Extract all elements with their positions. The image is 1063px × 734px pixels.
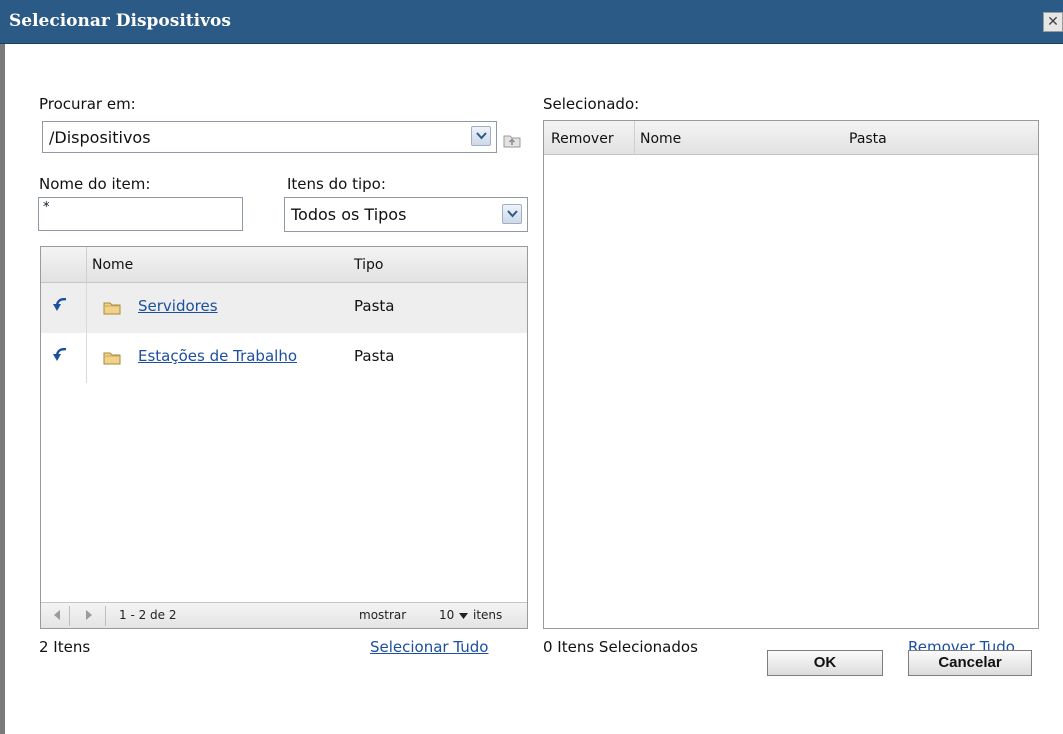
column-header-folder[interactable]: Pasta xyxy=(849,131,887,147)
column-header-name[interactable]: Nome xyxy=(92,257,133,273)
item-type-label: Itens do tipo: xyxy=(287,175,386,193)
drill-down-arrow-icon[interactable] xyxy=(53,298,67,312)
column-header-name[interactable]: Nome xyxy=(640,131,681,147)
list-item-name-link[interactable]: Servidores xyxy=(138,297,218,315)
list-item: Servidores Pasta xyxy=(41,283,527,333)
selected-count: 0 Itens Selecionados xyxy=(543,638,698,656)
folder-icon xyxy=(103,352,121,365)
chevron-down-icon[interactable] xyxy=(471,126,491,146)
item-name-label: Nome do item: xyxy=(39,175,151,193)
column-separator xyxy=(86,283,87,333)
list-item-name-link[interactable]: Estações de Trabalho xyxy=(138,347,297,365)
page-range: 1 - 2 de 2 xyxy=(119,608,177,622)
page-size-value[interactable]: 10 xyxy=(439,608,454,622)
browse-location-value: /Dispositivos xyxy=(49,128,151,147)
up-folder-icon[interactable] xyxy=(502,131,522,149)
dialog-left-border xyxy=(0,44,6,734)
list-item-type: Pasta xyxy=(354,347,395,365)
chevron-down-icon[interactable] xyxy=(459,613,468,619)
dialog-title: Selecionar Dispositivos xyxy=(9,11,231,31)
selected-list-header: Remover Nome Pasta xyxy=(544,121,1038,155)
drill-down-arrow-icon[interactable] xyxy=(53,348,67,362)
folder-icon xyxy=(103,302,121,315)
pagination-bar: 1 - 2 de 2 mostrar 10 itens xyxy=(41,602,527,628)
cancel-button[interactable]: Cancelar xyxy=(908,650,1032,676)
close-icon[interactable]: ✕ xyxy=(1043,12,1063,32)
item-name-input[interactable]: * xyxy=(38,197,243,231)
items-count: 2 Itens xyxy=(39,638,91,656)
list-item: Estações de Trabalho Pasta xyxy=(41,333,527,383)
column-header-type[interactable]: Tipo xyxy=(354,257,383,273)
selected-list-panel: Remover Nome Pasta xyxy=(543,120,1039,629)
column-separator xyxy=(86,333,87,383)
list-item-type: Pasta xyxy=(354,297,395,315)
previous-page-icon[interactable] xyxy=(53,610,61,620)
dialog-titlebar: Selecionar Dispositivos ✕ xyxy=(0,0,1063,44)
column-separator xyxy=(634,121,635,155)
show-label: mostrar xyxy=(359,608,407,622)
select-all-link[interactable]: Selecionar Tudo xyxy=(370,638,488,656)
browse-label: Procurar em: xyxy=(39,95,136,113)
pager-separator xyxy=(105,606,106,626)
browse-list-header: Nome Tipo xyxy=(41,247,527,283)
chevron-down-icon[interactable] xyxy=(502,204,522,224)
items-label: itens xyxy=(473,608,503,622)
item-type-value: Todos os Tipos xyxy=(291,205,407,224)
column-separator xyxy=(86,247,87,283)
column-header-remove[interactable]: Remover xyxy=(551,131,614,147)
next-page-icon[interactable] xyxy=(85,610,93,620)
selected-label: Selecionado: xyxy=(543,95,640,113)
ok-button[interactable]: OK xyxy=(767,650,883,676)
browse-location-dropdown[interactable]: /Dispositivos xyxy=(42,121,497,153)
browse-list-panel: Nome Tipo Servidores Pasta Estações de T… xyxy=(40,246,528,629)
item-type-dropdown[interactable]: Todos os Tipos xyxy=(284,197,528,232)
pager-separator xyxy=(69,606,70,626)
